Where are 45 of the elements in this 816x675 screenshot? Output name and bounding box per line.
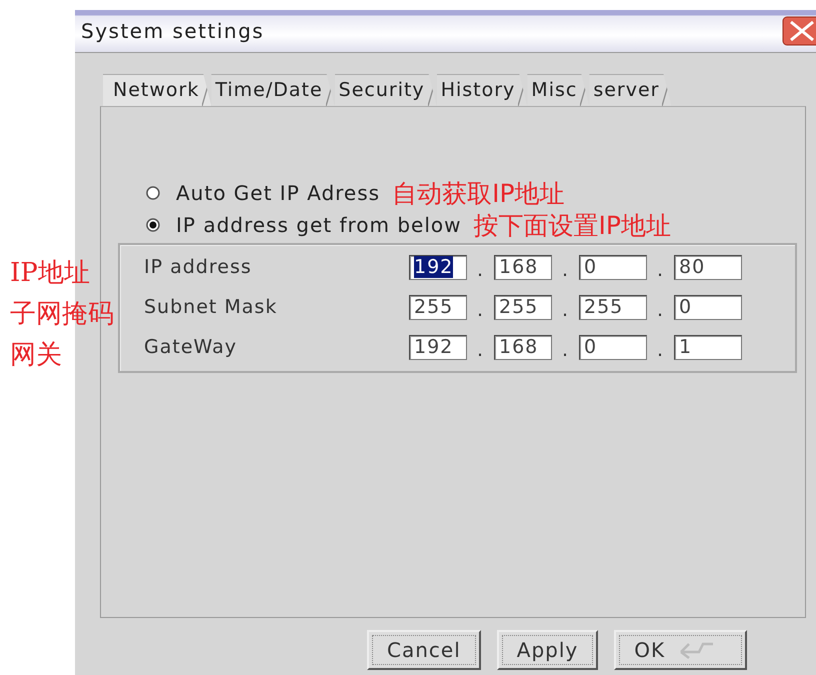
tab[interactable]: History [436,74,528,106]
tab[interactable]: Time/Date [211,74,335,106]
annotation: 按下面设置IP地址 [474,212,671,238]
octet-separator: . [476,339,486,363]
octet-separator: . [656,299,666,323]
radio-label[interactable]: Auto Get IP Adress [176,181,380,205]
radio-label[interactable]: IP address get from below [176,213,462,237]
octet-separator: . [476,299,486,323]
tab[interactable]: Security [334,74,437,106]
octet-separator: . [560,339,570,363]
octet-separator: . [656,259,666,283]
dialog-button[interactable]: OK [614,630,748,670]
ip-octet-field[interactable]: 168 [494,334,552,360]
ip-octet-field[interactable]: 255 [494,294,552,320]
ip-octet-field[interactable]: 192 [409,254,467,280]
ip-octet-field[interactable]: 168 [494,254,552,280]
octet-separator: . [656,339,666,363]
ip-octet-field[interactable]: 192 [409,334,467,360]
annotation: 子网掩码 [10,301,114,327]
octet-separator: . [560,299,570,323]
radio-button[interactable] [146,218,160,232]
ip-octet-field[interactable]: 0 [674,294,742,320]
ip-octet-field[interactable]: 80 [674,254,742,280]
annotation: 自动获取IP地址 [392,180,565,206]
enter-icon [679,640,716,660]
annotation: 网关 [10,342,62,368]
dialog-button[interactable]: Apply [496,630,598,670]
ip-octet-field[interactable]: 0 [579,334,647,360]
field-label: GateWay [143,336,238,358]
octet-separator: . [560,259,570,283]
ip-octet-field[interactable]: 1 [674,334,742,360]
close-icon[interactable] [782,16,816,46]
field-label: Subnet Mask [143,296,278,318]
annotation: IP地址 [10,260,90,286]
octet-separator: . [476,259,486,283]
tab[interactable]: Misc [527,74,590,106]
ip-octet-field[interactable]: 0 [579,254,647,280]
tab[interactable]: server [589,74,672,106]
field-label: IP address [143,256,253,278]
window-title: System settings [80,19,264,43]
dialog-button[interactable]: Cancel [367,630,481,670]
radio-button[interactable] [146,186,160,200]
ip-octet-field[interactable]: 255 [409,294,467,320]
ip-octet-field[interactable]: 255 [579,294,647,320]
tab[interactable]: Network [103,74,212,106]
